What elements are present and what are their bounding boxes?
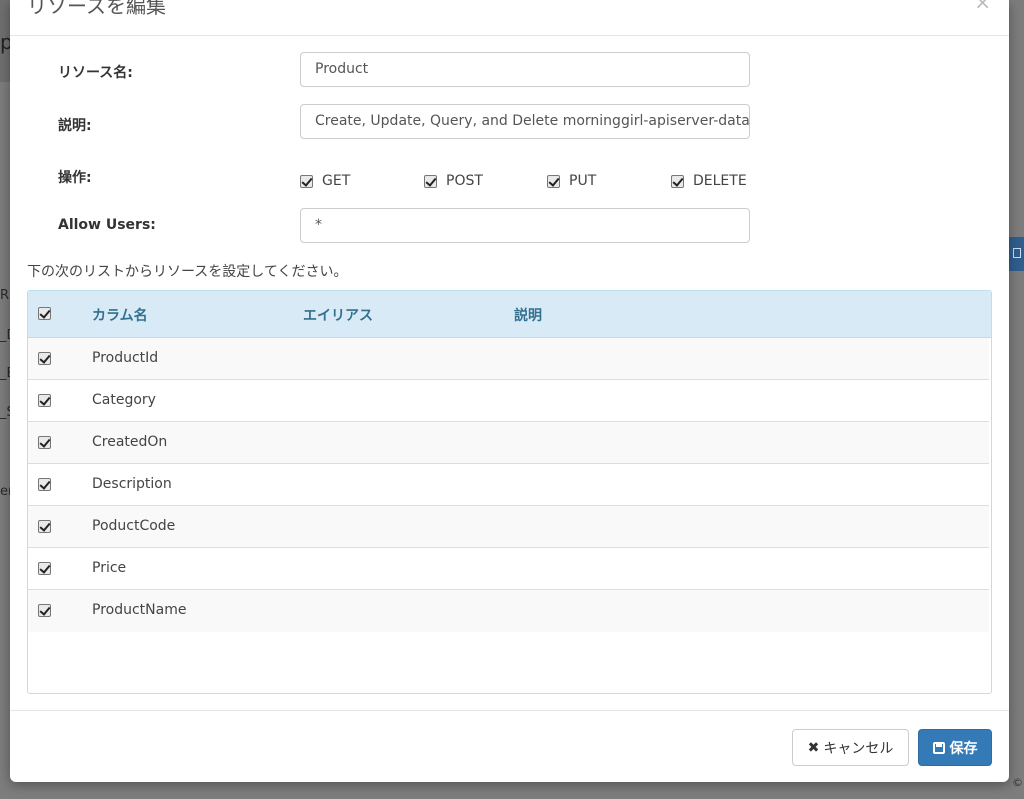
background-footer-text: © xyxy=(1012,776,1023,789)
floppy-disk-icon xyxy=(932,741,945,754)
operation-label: PUT xyxy=(569,173,597,189)
header-description: 説明 xyxy=(514,308,542,324)
operation-get-checkbox[interactable]: GET xyxy=(300,173,350,189)
table-row: CreatedOn xyxy=(28,422,989,464)
operation-label: POST xyxy=(446,173,483,189)
close-icon: ✖ xyxy=(807,739,820,756)
header-column-name: カラム名 xyxy=(92,308,148,324)
checkbox-checked-icon[interactable] xyxy=(547,174,560,188)
column-name-cell: Description xyxy=(92,476,172,492)
close-icon[interactable]: × xyxy=(974,0,991,12)
row-checkbox[interactable] xyxy=(38,604,51,617)
allow-users-label: Allow Users: xyxy=(58,217,156,233)
operation-delete-checkbox[interactable]: DELETE xyxy=(671,173,747,189)
operation-label: GET xyxy=(322,173,351,189)
modal-footer-divider xyxy=(10,710,1009,711)
cancel-button[interactable]: ✖ キャンセル xyxy=(792,729,909,766)
column-name-cell: CreatedOn xyxy=(92,434,168,450)
allow-users-input[interactable]: * xyxy=(300,208,750,243)
column-name-cell: Category xyxy=(92,392,156,408)
description-input[interactable]: Create, Update, Query, and Delete mornin… xyxy=(300,104,750,139)
background-header: pi xyxy=(0,0,18,82)
checkbox-checked-icon[interactable] xyxy=(424,174,437,188)
table-row: Category xyxy=(28,380,989,422)
background-table-icon xyxy=(1009,237,1024,271)
edit-resource-modal: リソースを編集 × リソース名: Product 説明: Create, Upd… xyxy=(10,0,1009,782)
operation-post-checkbox[interactable]: POST xyxy=(424,173,483,189)
table-header: カラム名 エイリアス 説明 xyxy=(28,291,991,338)
column-name-cell: PoductCode xyxy=(92,518,176,534)
cancel-label: キャンセル xyxy=(823,740,894,757)
table-row: PoductCode xyxy=(28,506,989,548)
column-name-cell: ProductId xyxy=(92,350,159,366)
checkbox-checked-icon[interactable] xyxy=(300,174,313,188)
row-checkbox[interactable] xyxy=(38,394,51,407)
table-row: Price xyxy=(28,548,989,590)
background-text: R xyxy=(0,288,10,303)
modal-title: リソースを編集 xyxy=(27,0,166,18)
columns-table: カラム名 エイリアス 説明 ProductId Category Created… xyxy=(27,290,992,694)
row-checkbox[interactable] xyxy=(38,352,51,365)
modal-header: リソースを編集 × xyxy=(10,0,1009,36)
save-label: 保存 xyxy=(949,740,978,757)
table-row: ProductId xyxy=(28,338,989,380)
header-alias: エイリアス xyxy=(303,308,373,324)
operations-label: 操作: xyxy=(58,170,92,186)
resource-name-label: リソース名: xyxy=(58,65,133,81)
table-row: ProductName xyxy=(28,590,989,632)
table-row: Description xyxy=(28,464,989,506)
row-checkbox[interactable] xyxy=(38,478,51,491)
row-checkbox[interactable] xyxy=(38,562,51,575)
resource-name-input[interactable]: Product xyxy=(300,52,750,87)
background-text: _S xyxy=(0,405,10,420)
background-text: _E xyxy=(0,366,10,381)
save-button[interactable]: 保存 xyxy=(918,729,992,766)
column-name-cell: Price xyxy=(92,560,127,576)
background-text: er xyxy=(0,484,10,499)
column-name-cell: ProductName xyxy=(92,602,187,618)
operation-label: DELETE xyxy=(693,173,747,189)
checkbox-checked-icon[interactable] xyxy=(671,174,684,188)
select-all-checkbox[interactable] xyxy=(38,307,51,320)
row-checkbox[interactable] xyxy=(38,436,51,449)
background-text: _D xyxy=(0,328,10,343)
row-checkbox[interactable] xyxy=(38,520,51,533)
operation-put-checkbox[interactable]: PUT xyxy=(547,173,596,189)
instruction-text: 下の次のリストからリソースを設定してください。 xyxy=(27,264,348,280)
description-label: 説明: xyxy=(58,118,92,134)
